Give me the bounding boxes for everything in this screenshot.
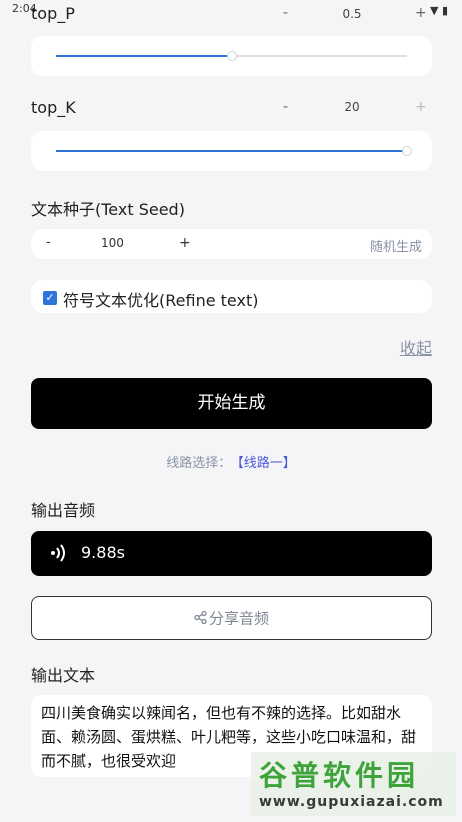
route-label: 线路选择： xyxy=(166,456,232,471)
battery-icon: ▮ xyxy=(441,4,448,17)
route-option-link[interactable]: 【线路一】 xyxy=(237,456,296,471)
refine-text-checkbox[interactable]: ✓ xyxy=(43,291,57,305)
output-text-title: 输出文本 xyxy=(31,666,96,685)
route-selector: 线路选择： 【线路一】 xyxy=(0,452,462,471)
top-p-decrement-button[interactable]: - xyxy=(283,5,288,21)
top-p-slider-thumb[interactable] xyxy=(226,51,237,61)
watermark-logo: 谷普软件园 www.gupuxiazai.com xyxy=(251,752,456,816)
text-seed-label: 文本种子(Text Seed) xyxy=(31,200,185,219)
top-k-slider-card xyxy=(31,131,432,171)
top-k-label: top_K xyxy=(31,98,76,117)
status-icons: ▼ ▮ xyxy=(430,4,448,17)
wifi-icon: ▼ xyxy=(429,4,439,17)
audio-duration: 9.88s xyxy=(81,543,125,562)
watermark-url: www.gupuxiazai.com xyxy=(259,794,444,810)
seed-decrement-button[interactable]: - xyxy=(46,235,51,250)
seed-value-input[interactable]: 100 xyxy=(101,236,124,250)
top-p-slider-track[interactable] xyxy=(56,51,407,61)
top-p-slider-fill xyxy=(56,55,232,57)
seed-increment-button[interactable]: + xyxy=(179,235,191,251)
refine-text-card: ✓ 符号文本优化(Refine text) xyxy=(31,280,432,313)
top-p-value: 0.5 xyxy=(342,7,362,21)
share-audio-label: 分享音频 xyxy=(208,609,269,628)
top-k-decrement-button[interactable]: - xyxy=(283,99,288,115)
refine-text-label: 符号文本优化(Refine text) xyxy=(63,291,259,310)
top-k-increment-button[interactable]: + xyxy=(415,99,427,115)
generate-button[interactable]: 开始生成 xyxy=(31,378,432,429)
share-icon xyxy=(194,598,207,640)
random-seed-button[interactable]: 随机生成 xyxy=(370,236,422,255)
top-p-slider-card xyxy=(31,36,432,76)
top-k-slider-fill xyxy=(56,150,407,152)
text-seed-card: - 100 + 随机生成 xyxy=(31,229,432,259)
top-p-increment-button[interactable]: + xyxy=(415,5,427,21)
audio-player[interactable]: 9.88s xyxy=(31,531,432,576)
top-k-slider-track[interactable] xyxy=(56,146,412,156)
share-audio-button[interactable]: 分享音频 xyxy=(31,596,432,640)
watermark-title: 谷普软件园 xyxy=(259,759,420,792)
output-audio-title: 输出音频 xyxy=(31,501,96,520)
collapse-link[interactable]: 收起 xyxy=(400,335,432,359)
top-k-value: 20 xyxy=(344,100,360,114)
top-p-label: top_P xyxy=(31,4,75,23)
top-k-slider-thumb[interactable] xyxy=(402,146,412,156)
sound-wave-icon[interactable] xyxy=(49,542,69,568)
